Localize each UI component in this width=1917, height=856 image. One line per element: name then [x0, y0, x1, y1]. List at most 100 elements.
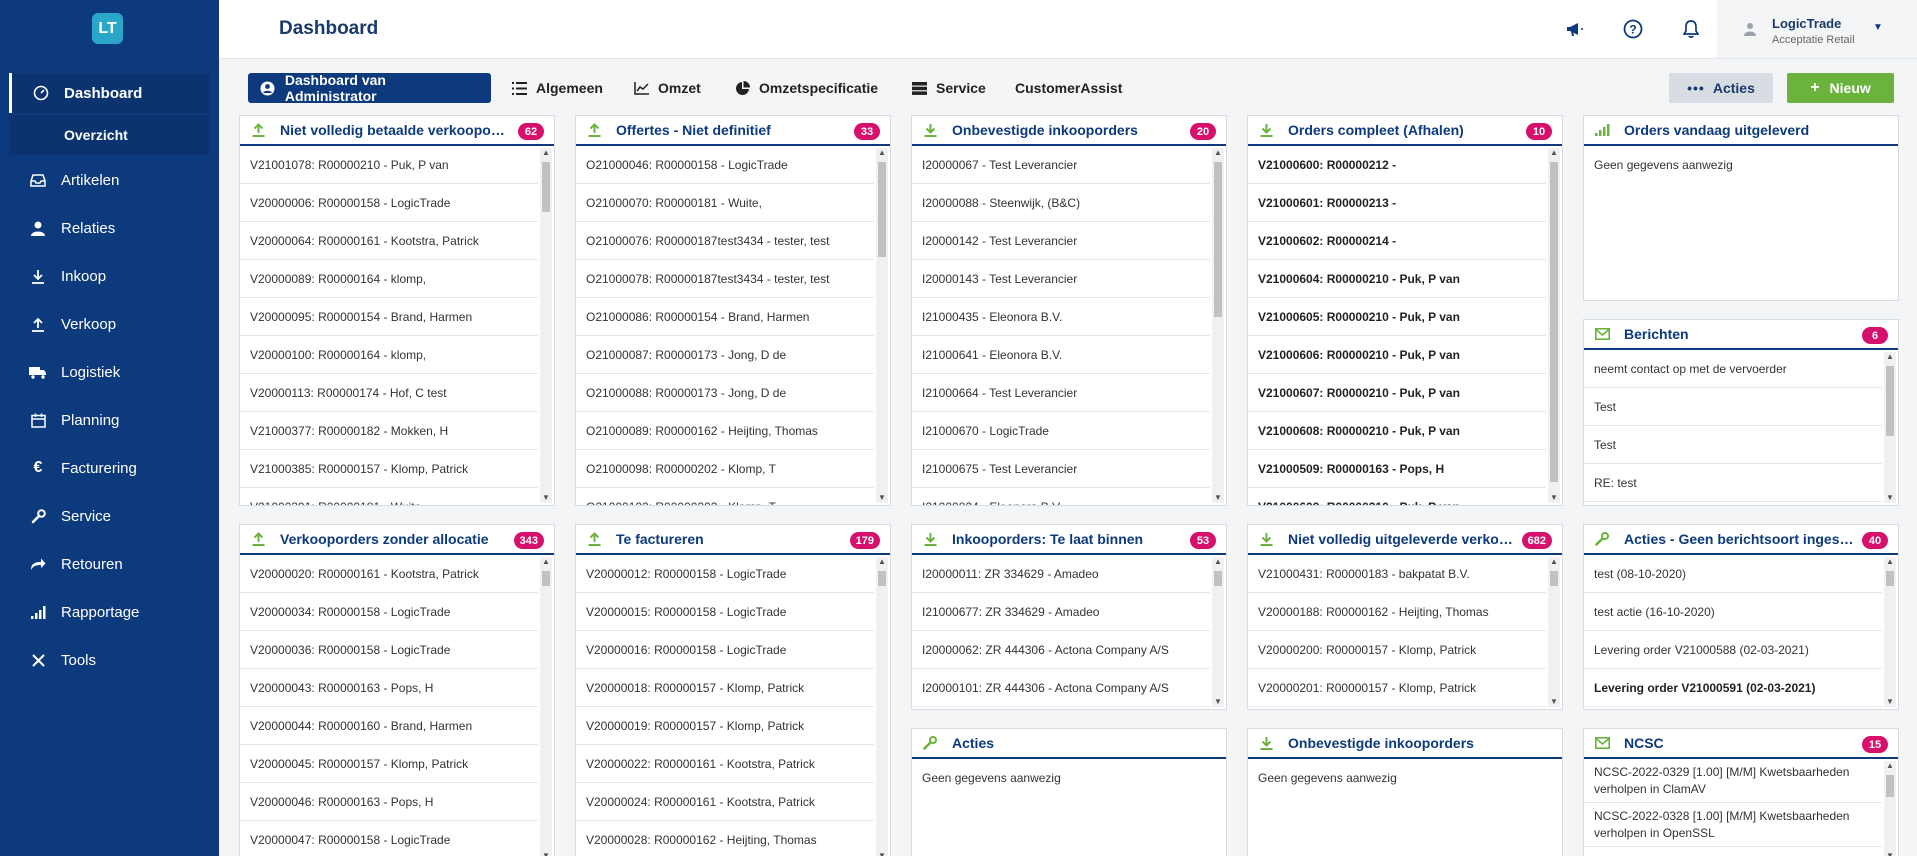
list-item[interactable]: V20000024: R00000161 - Kootstra, Patrick [576, 783, 874, 821]
list-item[interactable]: Levering order V21000588 (02-03-2021) [1584, 631, 1882, 669]
widget-title[interactable]: Verkooporders zonder allocatie [280, 531, 489, 547]
widget-title[interactable]: Orders vandaag uitgeleverd [1624, 122, 1809, 138]
widget-header[interactable]: Acties - Geen berichtsoort ingesteld 40 [1584, 525, 1898, 555]
sidebar-item-logistiek[interactable]: Logistiek [9, 352, 209, 392]
sidebar-subitem-overzicht[interactable]: Overzicht [9, 115, 209, 155]
sidebar-item-planning[interactable]: Planning [9, 400, 209, 440]
widget-header[interactable]: Niet volledig betaalde verkooporders 62 [240, 116, 554, 146]
scrollbar-thumb[interactable] [1214, 571, 1222, 586]
list-item[interactable]: V21000385: R00000157 - Klomp, Patrick [240, 450, 538, 488]
list-item[interactable]: V20000016: R00000158 - LogicTrade [576, 631, 874, 669]
list-item[interactable]: NCSC-2022-0328 [1.00] [M/M] Kwetsbaarhed… [1584, 803, 1882, 847]
scroll-up-icon[interactable]: ▲ [1548, 557, 1560, 567]
list-item[interactable]: I21000641 - Eleonora B.V. [912, 336, 1210, 374]
list-item[interactable]: V21000604: R00000210 - Puk, P van [1248, 260, 1546, 298]
scroll-up-icon[interactable]: ▲ [1884, 557, 1896, 567]
list-item[interactable]: I21000675 - Test Leverancier [912, 450, 1210, 488]
scroll-down-icon[interactable]: ▼ [1212, 493, 1224, 503]
scroll-down-icon[interactable]: ▼ [540, 493, 552, 503]
list-item[interactable]: V20000113: R00000174 - Hof, C test [240, 374, 538, 412]
list-item[interactable]: V21000509: R00000163 - Pops, H [1248, 450, 1546, 488]
scrollbar-thumb[interactable] [542, 162, 550, 212]
scrollbar-thumb[interactable] [1886, 775, 1894, 797]
scroll-down-icon[interactable]: ▼ [876, 851, 888, 856]
list-item[interactable]: V20000100: R00000164 - klomp, [240, 336, 538, 374]
list-item[interactable]: V20000015: R00000158 - LogicTrade [576, 593, 874, 631]
list-item[interactable]: V20000018: R00000157 - Klomp, Patrick [576, 669, 874, 707]
scrollbar-thumb[interactable] [542, 571, 550, 586]
list-item[interactable]: O21000070: R00000181 - Wuite, [576, 184, 874, 222]
list-item[interactable]: O21000078: R00000187test3434 - tester, t… [576, 260, 874, 298]
acties-button[interactable]: ••• Acties [1669, 73, 1773, 103]
scrollbar-thumb[interactable] [878, 571, 886, 586]
tab-customerassist[interactable]: CustomerAssist [1015, 73, 1122, 103]
sidebar-item-facturering[interactable]: € Facturering [9, 448, 209, 488]
list-item[interactable]: V21000608: R00000210 - Puk, P van [1248, 412, 1546, 450]
scrollbar-thumb[interactable] [1886, 366, 1894, 436]
widget-header[interactable]: Orders compleet (Afhalen) 10 [1248, 116, 1562, 146]
list-item[interactable]: V20000201: R00000157 - Klomp, Patrick [1248, 669, 1546, 707]
sidebar-item-dashboard[interactable]: Dashboard [9, 73, 209, 113]
widget-header[interactable]: Onbevestigde inkooporders [1248, 729, 1562, 759]
list-item[interactable]: V20000043: R00000163 - Pops, H [240, 669, 538, 707]
widget-header[interactable]: Offertes - Niet definitief 33 [576, 116, 890, 146]
list-item[interactable]: I21000435 - Eleonora B.V. [912, 298, 1210, 336]
scroll-down-icon[interactable]: ▼ [1884, 493, 1896, 503]
list-item[interactable]: Levering order V21000591 (02-03-2021) [1584, 669, 1882, 707]
scrollbar-thumb[interactable] [1550, 162, 1558, 482]
list-item[interactable]: I21000664 - Test Leverancier [912, 374, 1210, 412]
tab-omzet[interactable]: Omzet [633, 73, 701, 103]
list-item[interactable]: V20000028: R00000162 - Heijting, Thomas [576, 821, 874, 856]
scroll-down-icon[interactable]: ▼ [1884, 697, 1896, 707]
scrollbar[interactable]: ▲ ▼ [876, 148, 888, 503]
widget-title[interactable]: Inkooporders: Te laat binnen [952, 531, 1143, 547]
widget-header[interactable]: NCSC 15 [1584, 729, 1898, 759]
list-item[interactable]: O21000076: R00000187test3434 - tester, t… [576, 222, 874, 260]
list-item[interactable]: V21000607: R00000210 - Puk, P van [1248, 374, 1546, 412]
list-item[interactable]: I20000062: ZR 444306 - Actona Company A/… [912, 631, 1210, 669]
list-item[interactable]: V21001078: R00000210 - Puk, P van [240, 146, 538, 184]
sidebar-item-artikelen[interactable]: Artikelen [9, 160, 209, 200]
scroll-down-icon[interactable]: ▼ [1884, 851, 1896, 856]
scrollbar[interactable]: ▲ ▼ [1884, 352, 1896, 503]
scrollbar-thumb[interactable] [1214, 162, 1222, 317]
list-item[interactable]: I21000670 - LogicTrade [912, 412, 1210, 450]
list-item[interactable]: V20000034: R00000158 - LogicTrade [240, 593, 538, 631]
list-item[interactable]: V20000020: R00000161 - Kootstra, Patrick [240, 555, 538, 593]
scroll-up-icon[interactable]: ▲ [876, 557, 888, 567]
widget-header[interactable]: Niet volledig uitgeleverde verkooporders… [1248, 525, 1562, 555]
list-item[interactable]: I20000011: ZR 334629 - Amadeo [912, 555, 1210, 593]
list-item[interactable]: V20000045: R00000157 - Klomp, Patrick [240, 745, 538, 783]
list-item[interactable]: V21000602: R00000214 - [1248, 222, 1546, 260]
list-item[interactable]: V20000019: R00000157 - Klomp, Patrick [576, 707, 874, 745]
list-item[interactable]: O21000089: R00000162 - Heijting, Thomas [576, 412, 874, 450]
list-item[interactable]: I21000824 - Eleonora B.V. [912, 488, 1210, 506]
list-item[interactable]: I20000067 - Test Leverancier [912, 146, 1210, 184]
scrollbar[interactable]: ▲ ▼ [540, 148, 552, 503]
scrollbar[interactable]: ▲ ▼ [1212, 557, 1224, 707]
list-item[interactable]: NCSC-2022-0329 [1.00] [M/M] Kwetsbaarhed… [1584, 759, 1882, 803]
list-item[interactable]: O21000088: R00000173 - Jong, D de [576, 374, 874, 412]
sidebar-item-verkoop[interactable]: Verkoop [9, 304, 209, 344]
sidebar-item-inkoop[interactable]: Inkoop [9, 256, 209, 296]
scroll-up-icon[interactable]: ▲ [1884, 761, 1896, 771]
list-item[interactable]: V20000046: R00000163 - Pops, H [240, 783, 538, 821]
list-item[interactable]: V20000044: R00000160 - Brand, Harmen [240, 707, 538, 745]
scrollbar-thumb[interactable] [1550, 571, 1558, 586]
widget-header[interactable]: Acties [912, 729, 1226, 759]
tab-algemeen[interactable]: Algemeen [511, 73, 603, 103]
list-item[interactable]: Test [1584, 426, 1882, 464]
sidebar-item-relaties[interactable]: Relaties [9, 208, 209, 248]
sidebar-item-tools[interactable]: Tools [9, 640, 209, 680]
widget-header[interactable]: Te factureren 179 [576, 525, 890, 555]
scroll-up-icon[interactable]: ▲ [876, 148, 888, 158]
list-item[interactable]: V21000431: R00000183 - bakpatat B.V. [1248, 555, 1546, 593]
list-item[interactable]: I20000088 - Steenwijk, (B&C) [912, 184, 1210, 222]
scroll-up-icon[interactable]: ▲ [1212, 557, 1224, 567]
scroll-up-icon[interactable]: ▲ [540, 557, 552, 567]
sidebar-item-retouren[interactable]: Retouren [9, 544, 209, 584]
widget-title[interactable]: Onbevestigde inkooporders [1288, 735, 1474, 751]
widget-header[interactable]: Orders vandaag uitgeleverd [1584, 116, 1898, 146]
scroll-down-icon[interactable]: ▼ [1548, 493, 1560, 503]
scrollbar-thumb[interactable] [878, 162, 886, 257]
